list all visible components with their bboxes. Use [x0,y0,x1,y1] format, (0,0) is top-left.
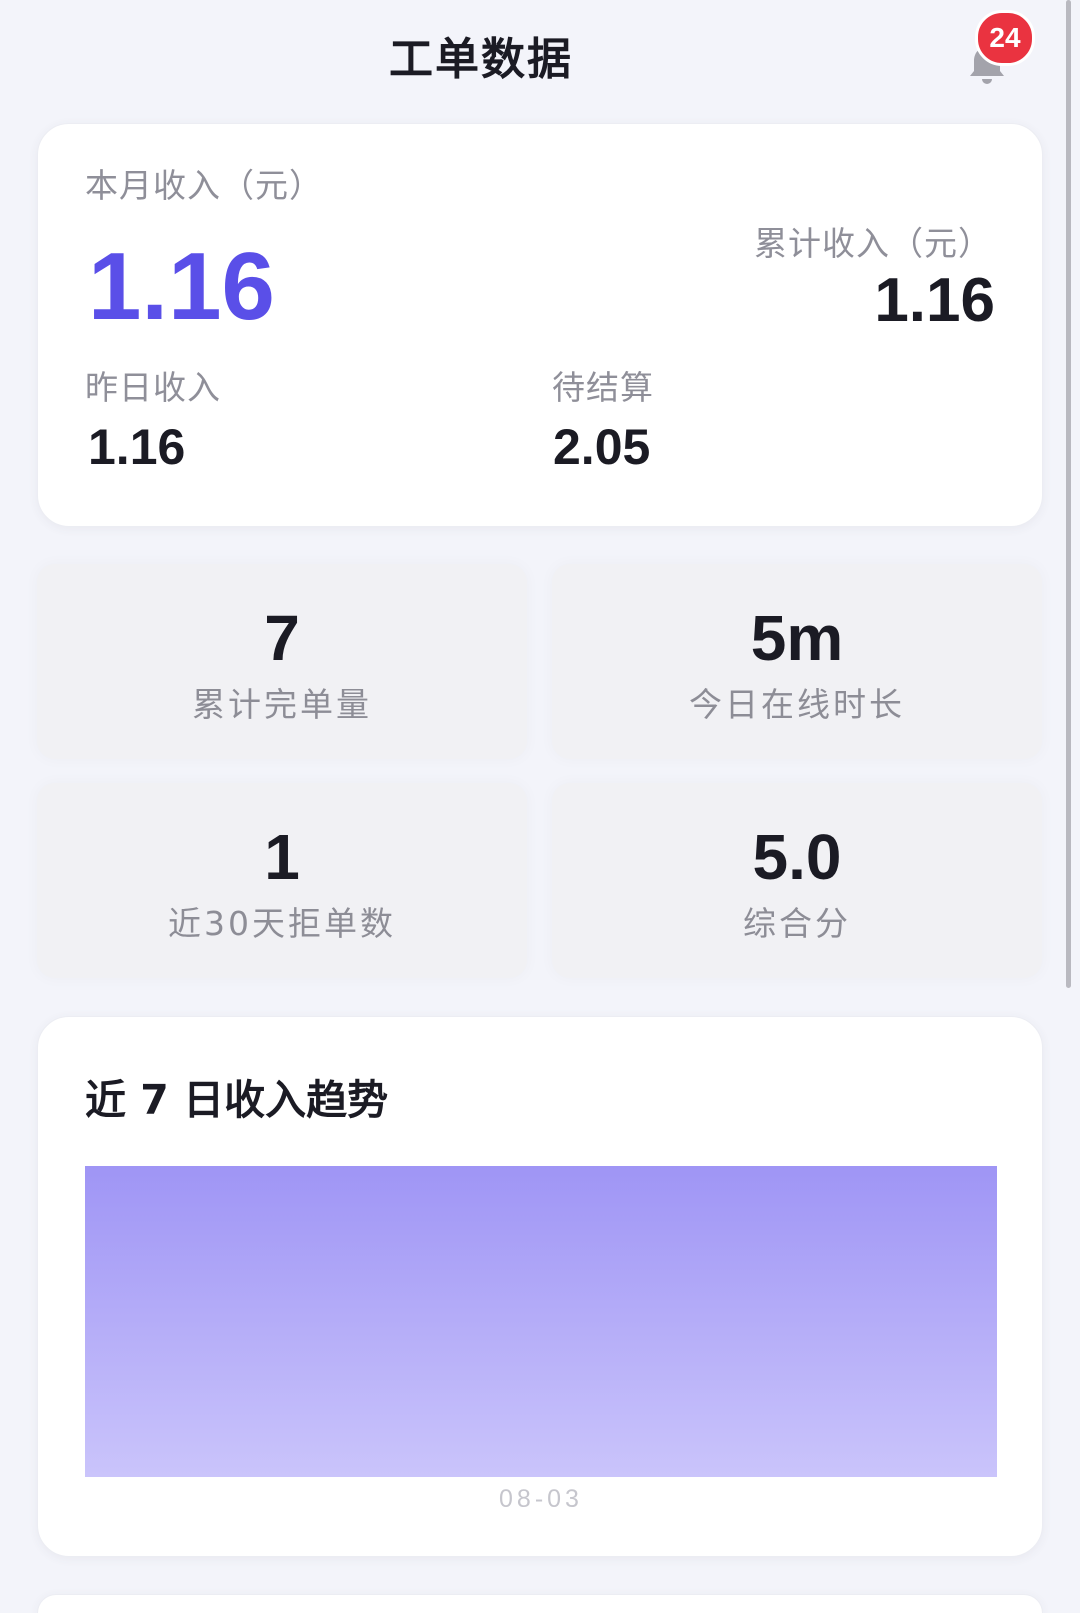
next-card [37,1594,1043,1613]
area-series [85,1166,997,1477]
month-income-label: 本月收入（元） [85,166,323,205]
month-income-value: 1.16 [88,233,275,340]
scrollbar[interactable] [1066,0,1071,988]
page-title: 工单数据 [389,34,573,85]
stat-label: 近30天拒单数 [168,904,396,943]
stat-rejected-orders: 1 近30天拒单数 [37,783,527,978]
pending-settlement-label: 待结算 [552,368,654,407]
yesterday-income-label: 昨日收入 [85,368,221,407]
total-income-value: 1.16 [874,266,995,335]
order-data-screen: 工单数据 24 本月收入（元） 1.16 累计收入（元） 1.16 昨日收入 1… [0,0,1080,1613]
stat-label: 累计完单量 [192,685,372,724]
stat-value: 7 [264,602,300,674]
stat-value: 5.0 [752,821,842,893]
income-trend-card: 近 7 日收入趋势 08-03 [37,1016,1043,1557]
income-card: 本月收入（元） 1.16 累计收入（元） 1.16 昨日收入 1.16 待结算 … [37,123,1043,527]
chart-title: 近 7 日收入趋势 [85,1076,389,1124]
total-income-label: 累计收入（元） [754,224,992,263]
notification-badge: 24 [975,10,1035,66]
stat-label: 综合分 [743,904,851,943]
income-trend-chart: 08-03 [85,1166,997,1513]
stat-completed-orders: 7 累计完单量 [37,564,527,759]
stat-label: 今日在线时长 [689,685,905,724]
stat-online-duration: 5m 今日在线时长 [552,564,1042,759]
stat-value: 1 [264,821,300,893]
stat-overall-score: 5.0 综合分 [552,783,1042,978]
pending-settlement-value: 2.05 [553,419,651,475]
stat-value: 5m [750,602,844,674]
x-tick-label: 08-03 [499,1485,583,1513]
yesterday-income-value: 1.16 [88,419,186,475]
